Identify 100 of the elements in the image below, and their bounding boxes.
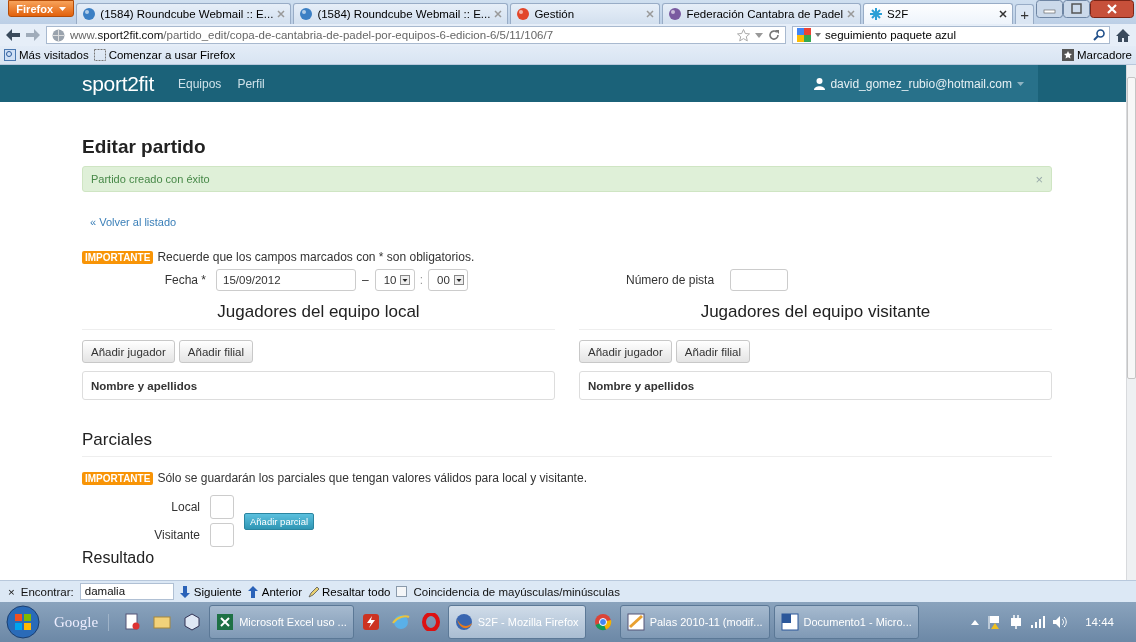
important-badge: IMPORTANTE [82,471,154,485]
match-case-checkbox[interactable] [396,586,408,597]
back-arrow-icon[interactable] [6,29,20,41]
new-tab-button[interactable]: + [1015,4,1034,24]
flag-icon[interactable] [987,615,1002,629]
up-arrow-icon[interactable] [971,619,980,625]
person-icon [814,77,826,90]
back-link[interactable]: « Volver al listado [90,216,177,228]
star-icon[interactable] [737,28,750,42]
pencil-icon [308,585,320,598]
address-bar[interactable]: www.sport2fit.com/partido_edit/copa-de-cantabria-de-padel-por-equipos-6-edicion-6/5/11/106/7 [46,26,786,44]
bookmark-item[interactable]: Más visitados [4,49,89,61]
user-email: david_gomez_rubio@hotmail.com [830,76,1012,91]
date-label: Fecha * [163,273,206,287]
bookmark-folder-icon [4,49,16,61]
court-number-field[interactable] [730,269,789,291]
browser-tab[interactable]: Gestión [510,3,661,24]
url-text: www.sport2fit.com/partido_edit/copa-de-cantabria-de-padel-por-equipos-6-edicion-6/5/11/106/7 [70,29,555,41]
word-document-icon [780,613,799,631]
add-button[interactable]: Añadir filial [675,340,751,363]
opera-icon[interactable] [421,613,440,631]
hour-select[interactable]: 10 [374,269,415,291]
alert-message: Partido creado con éxito [91,173,211,185]
home-icon[interactable] [1116,28,1130,42]
find-button[interactable]: Resaltar todo [308,585,391,598]
star-icon [869,7,884,21]
team-heading: Jugadores del equipo local [82,302,555,330]
chrome-icon[interactable] [593,613,612,631]
close-icon[interactable] [1090,0,1134,18]
dash-separator: – [362,273,369,287]
start-orb-icon[interactable] [6,605,40,639]
signal-bars-icon[interactable] [1031,616,1046,628]
down-arrow-icon [179,585,191,598]
search-icon[interactable] [1093,29,1105,41]
checkbox-label[interactable]: Coincidencia de mayúsculas/minúsculas [413,585,620,598]
scrollbar[interactable] [1126,65,1136,580]
browser-e-icon[interactable] [391,613,410,631]
forward-arrow-icon[interactable] [26,29,40,41]
cube-icon[interactable] [183,613,202,631]
up-arrow-icon [247,585,259,598]
important-badge: IMPORTANTE [82,250,154,264]
bookmarks-menu[interactable]: Marcadore [1062,49,1132,61]
dropdown-icon[interactable] [755,32,763,38]
section-heading: Parciales [82,430,1052,457]
browser-tab[interactable]: (1584) Roundcube Webmail :: E... [293,3,509,24]
close-icon[interactable] [999,10,1008,18]
speaker-icon[interactable] [1053,616,1068,628]
dotted-square-icon [93,49,106,61]
search-field[interactable]: seguimiento paquete azul [792,26,1110,44]
reload-icon[interactable] [768,29,780,41]
find-field[interactable]: damalia [79,583,174,600]
fox-globe-icon [454,613,473,631]
find-button[interactable]: Siguiente [179,585,242,598]
add-button[interactable]: Añadir jugador [82,340,175,363]
team-heading: Jugadores del equipo visitante [579,302,1052,330]
document-icon[interactable] [123,613,142,631]
dropdown-icon[interactable] [815,33,821,37]
court-label: Número de pista [626,273,715,287]
minimize-icon[interactable] [1036,0,1063,18]
tab-title: S2F [887,8,910,20]
players-table-header: Nombre y apellidos [82,371,555,400]
caret-icon[interactable] [1017,81,1024,86]
maximize-icon[interactable] [1063,0,1090,18]
tab-title: (1584) Roundcube Webmail :: E... [317,8,491,20]
user-menu[interactable]: david_gomez_rubio@hotmail.com [800,65,1038,102]
page-title: Editar partido [82,136,207,158]
folder-icon[interactable] [153,613,172,631]
visitor-label: Visitante [153,528,200,542]
site-icon [668,7,683,21]
flash-icon[interactable] [361,613,380,631]
find-button[interactable]: Anterior [247,585,303,598]
date-field[interactable]: 15/09/2012 [216,269,356,291]
bookmark-item[interactable]: Comenzar a usar Firefox [93,49,236,61]
local-label: Local [170,500,200,514]
add-button[interactable]: Añadir jugador [579,340,672,363]
nav-link[interactable]: Equipos [178,76,222,91]
nav-link[interactable]: Perfil [237,76,265,91]
site-icon [516,7,531,21]
browser-tab[interactable]: Federación Cantabra de Padel [662,3,862,24]
notice-text: Sólo se guardarán los parciales que tengan valores válidos para local y visitante. [157,471,587,485]
brand-logo[interactable]: sport2fit [82,71,154,96]
browser-tab[interactable]: S2F [863,3,1014,24]
browser-tab[interactable]: (1584) Roundcube Webmail :: E... [76,3,292,24]
site-icon [299,7,314,21]
minute-select[interactable]: 00 [428,269,469,291]
globe-icon [52,28,65,42]
section-heading: Resultado [82,549,156,567]
local-score-field[interactable] [210,495,234,519]
players-table-header: Nombre y apellidos [579,371,1052,400]
visitor-score-field[interactable] [210,523,234,547]
chart-document-icon [626,613,645,631]
notice-text: Recuerde que los campos marcados con * son obligatorios. [157,250,475,264]
search-engine-icon [797,28,811,42]
close-button[interactable]: × [8,585,15,598]
plug-icon[interactable] [1009,615,1024,629]
find-label: Encontrar: [20,585,74,598]
bookmarks-star-icon [1062,49,1075,61]
add-button[interactable]: Añadir filial [178,340,254,363]
tab-title: (1584) Roundcube Webmail :: E... [100,8,274,20]
spreadsheet-icon [216,613,235,631]
